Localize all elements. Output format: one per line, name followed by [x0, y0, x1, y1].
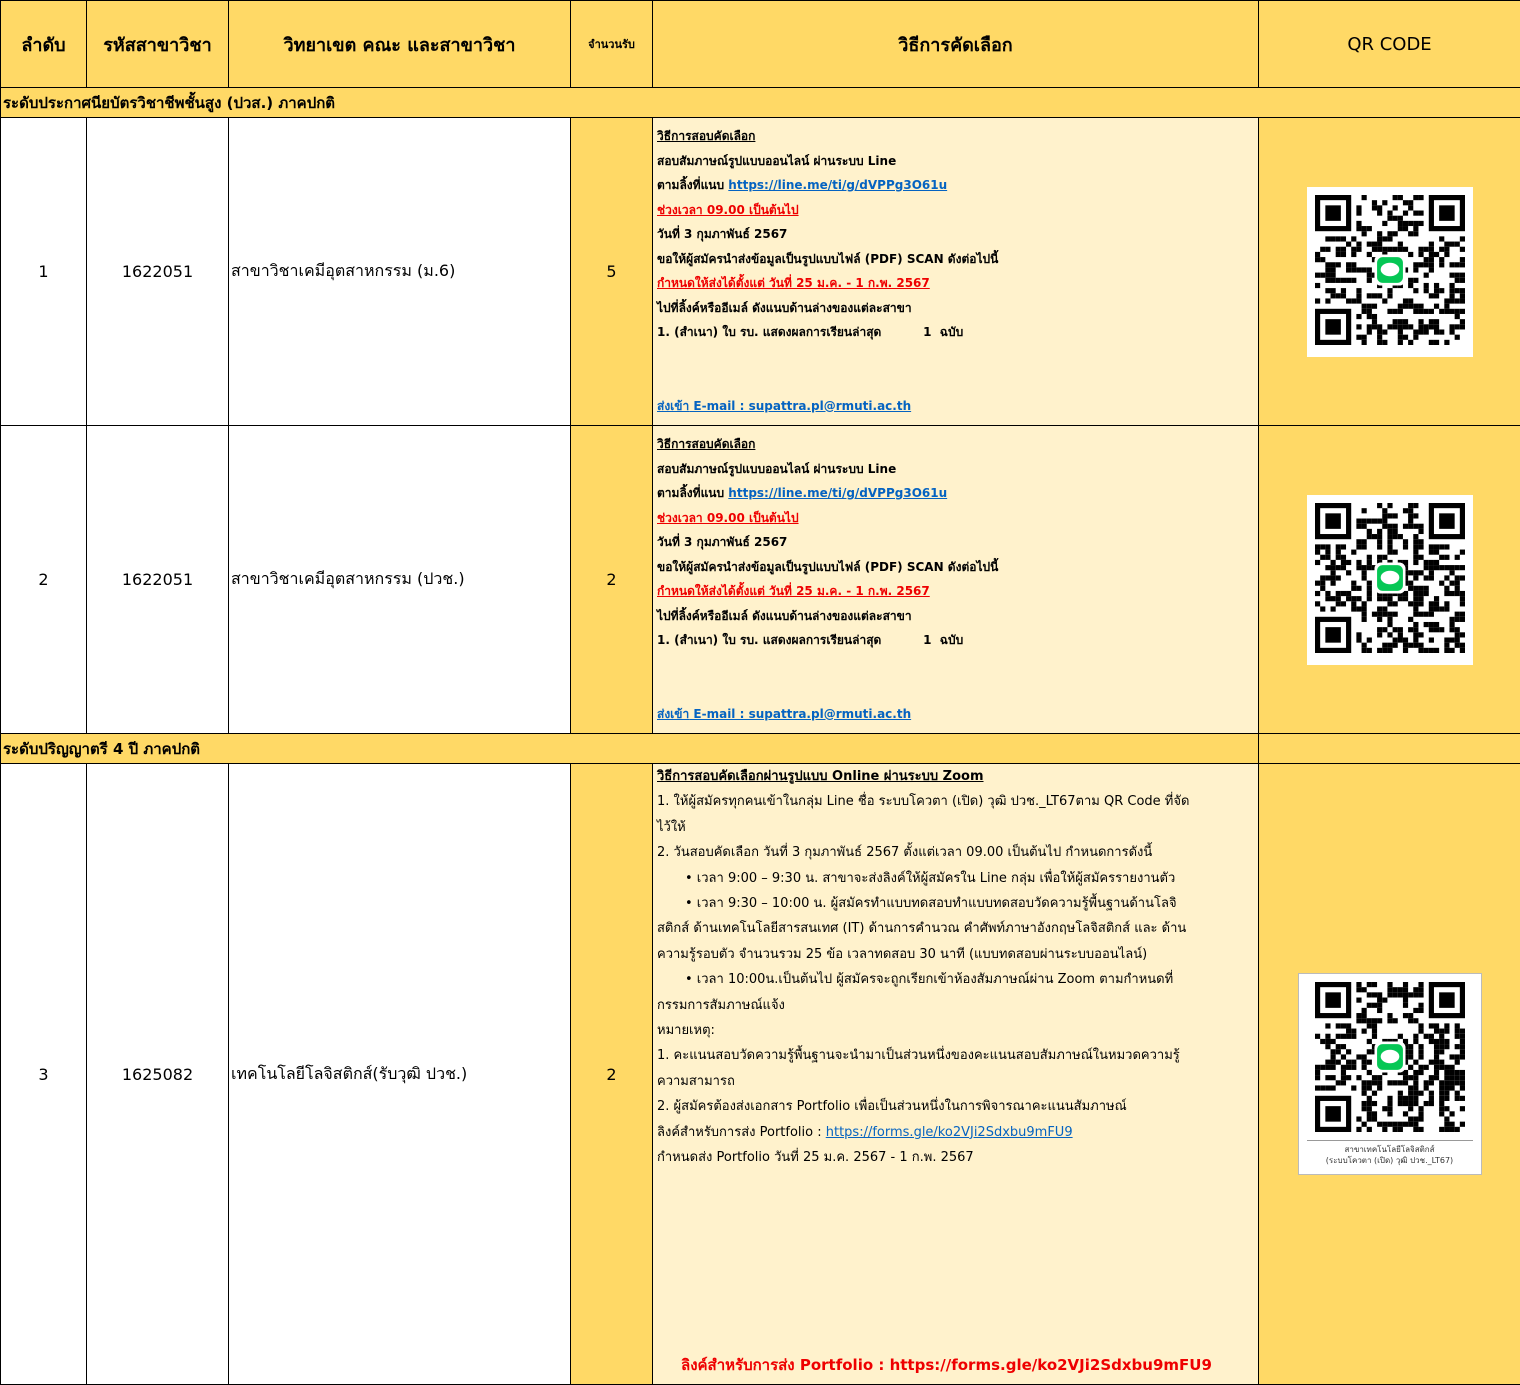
row-method: วิธีการสอบคัดเลือก สอบสัมภาษณ์รูปแบบออนไ… — [653, 426, 1259, 734]
method-line: ตามลิ้งที่แนบ https://line.me/ti/g/dVPPg… — [657, 481, 1254, 506]
link-prefix: ตามลิ้งที่แนบ — [657, 178, 728, 192]
col-seats: จำนวนรับ — [571, 1, 653, 88]
method-line: ตามลิ้งที่แนบ https://line.me/ti/g/dVPPg… — [657, 173, 1254, 198]
line-group-link[interactable]: https://line.me/ti/g/dVPPg3O61u — [728, 486, 947, 500]
header-row: ลำดับ รหัสสาขาวิชา วิทยาเขต คณะ และสาขาว… — [1, 1, 1520, 88]
portfolio-link[interactable]: https://forms.gle/ko2VJi2Sdxbu9mFU9 — [826, 1125, 1073, 1140]
method-line: ขอให้ผู้สมัครนำส่งข้อมูลเป็นรูปแบบไฟล์ (… — [657, 247, 1254, 272]
qr-caption: สาขาเทคโนโลยีโลจิสติกส์ (ระบบโควตา (เปิด… — [1307, 1140, 1473, 1166]
section-title: ระดับประกาศนียบัตรวิชาชีพชั้นสูง (ปวส.) … — [1, 88, 1520, 118]
method-doc: 1. (สำเนา) ใบ รบ. แสดงผลการเรียนล่าสุด 1… — [657, 628, 1254, 653]
row-name: สาขาวิชาเคมีอุตสาหกรรม (ม.6) — [229, 118, 571, 426]
row-method: วิธีการสอบคัดเลือก สอบสัมภาษณ์รูปแบบออนไ… — [653, 118, 1259, 426]
note-item: ความสามารถ — [657, 1069, 1254, 1094]
method-line: ไปที่ลิ้งค์หรืออีเมล์ ดังแนบด้านล่างของแ… — [657, 296, 1254, 321]
method-date: วันที่ 3 กุมภาพันธ์ 2567 — [657, 530, 1254, 555]
section-title: ระดับปริญญาตรี 4 ปี ภาคปกติ — [1, 734, 1259, 764]
method-date: วันที่ 3 กุมภาพันธ์ 2567 — [657, 222, 1254, 247]
method-line: ความรู้รอบตัว จำนวนรวม 25 ข้อ เวลาทดสอบ … — [657, 942, 1254, 967]
method-heading: วิธีการสอบคัดเลือก — [657, 124, 1254, 149]
schedule-item: • เวลา 9:30 – 10:00 น. ผู้สมัครทำแบบทดสอ… — [657, 891, 1254, 916]
method-line: กรรมการสัมภาษณ์แจ้ง — [657, 993, 1254, 1018]
method-deadline: กำหนดให้ส่งได้ตั้งแต่ วันที่ 25 ม.ค. - 1… — [657, 271, 1254, 296]
link-prefix: ตามลิ้งที่แนบ — [657, 486, 728, 500]
row-order: 3 — [1, 764, 87, 1385]
note-item: 1. คะแนนสอบวัดความรู้พื้นฐานจะนำมาเป็นส่… — [657, 1043, 1254, 1068]
portfolio-due: กำหนดส่ง Portfolio วันที่ 25 ม.ค. 2567 -… — [657, 1145, 1254, 1170]
method-heading: วิธีการสอบคัดเลือกผ่านรูปแบบ Online ผ่าน… — [657, 764, 1254, 789]
line-group-link[interactable]: https://line.me/ti/g/dVPPg3O61u — [728, 178, 947, 192]
row-seats: 2 — [571, 426, 653, 734]
method-deadline: กำหนดให้ส่งได้ตั้งแต่ วันที่ 25 ม.ค. - 1… — [657, 579, 1254, 604]
col-method: วิธีการคัดเลือก — [653, 1, 1259, 88]
row-code: 1622051 — [87, 426, 229, 734]
row-name: เทคโนโลยีโลจิสติกส์(รับวุฒิ ปวช.) — [229, 764, 571, 1385]
note-label: หมายเหตุ: — [657, 1018, 1254, 1043]
col-code: รหัสสาขาวิชา — [87, 1, 229, 88]
row-name: สาขาวิชาเคมีอุตสาหกรรม (ปวช.) — [229, 426, 571, 734]
method-time: ช่วงเวลา 09.00 เป็นต้นไป — [657, 506, 1254, 531]
qr-cell — [1259, 426, 1520, 734]
method-line: สอบสัมภาษณ์รูปแบบออนไลน์ ผ่านระบบ Line — [657, 457, 1254, 482]
qr-cell — [1259, 118, 1520, 426]
qr-code-icon: สาขาเทคโนโลยีโลจิสติกส์ (ระบบโควตา (เปิด… — [1298, 973, 1482, 1175]
qr-code-icon — [1307, 187, 1473, 357]
col-order: ลำดับ — [1, 1, 87, 88]
col-faculty: วิทยาเขต คณะ และสาขาวิชา — [229, 1, 571, 88]
method-doc: 1. (สำเนา) ใบ รบ. แสดงผลการเรียนล่าสุด 1… — [657, 320, 1254, 345]
qr-code-icon — [1307, 495, 1473, 665]
method-line: ไว้ให้ — [657, 815, 1254, 840]
method-line: 1. ให้ผู้สมัครทุกคนเข้าในกลุ่ม Line ชื่อ… — [657, 789, 1254, 814]
row-order: 2 — [1, 426, 87, 734]
col-qr: QR CODE — [1259, 1, 1520, 88]
row-code: 1625082 — [87, 764, 229, 1385]
selection-table: ลำดับ รหัสสาขาวิชา วิทยาเขต คณะ และสาขาว… — [0, 0, 1520, 1385]
row-order: 1 — [1, 118, 87, 426]
method-line: 2. วันสอบคัดเลือก วันที่ 3 กุมภาพันธ์ 25… — [657, 840, 1254, 865]
email-link[interactable]: ส่งเข้า E-mail : supattra.pl@rmuti.ac.th — [657, 394, 1254, 419]
section-diploma: ระดับประกาศนียบัตรวิชาชีพชั้นสูง (ปวส.) … — [1, 88, 1520, 118]
method-line: ไปที่ลิ้งค์หรืออีเมล์ ดังแนบด้านล่างของแ… — [657, 604, 1254, 629]
table-row: 2 1622051 สาขาวิชาเคมีอุตสาหกรรม (ปวช.) … — [1, 426, 1520, 734]
method-heading: วิธีการสอบคัดเลือก — [657, 432, 1254, 457]
row-code: 1622051 — [87, 118, 229, 426]
table-row: 3 1625082 เทคโนโลยีโลจิสติกส์(รับวุฒิ ปว… — [1, 764, 1520, 1385]
schedule-item: • เวลา 9:00 – 9:30 น. สาขาจะส่งลิงค์ให้ผ… — [657, 866, 1254, 891]
note-item: 2. ผู้สมัครต้องส่งเอกสาร Portfolio เพื่อ… — [657, 1094, 1254, 1119]
row-seats: 2 — [571, 764, 653, 1385]
method-line: ขอให้ผู้สมัครนำส่งข้อมูลเป็นรูปแบบไฟล์ (… — [657, 555, 1254, 580]
table-row: 1 1622051 สาขาวิชาเคมีอุตสาหกรรม (ม.6) 5… — [1, 118, 1520, 426]
schedule-item: • เวลา 10:00น.เป็นต้นไป ผู้สมัครจะถูกเรี… — [657, 967, 1254, 992]
row-seats: 5 — [571, 118, 653, 426]
portfolio-link-big[interactable]: ลิงค์สำหรับการส่ง Portfolio : https://fo… — [681, 1353, 1212, 1378]
section-bachelor: ระดับปริญญาตรี 4 ปี ภาคปกติ — [1, 734, 1520, 764]
portfolio-line: ลิงค์สำหรับการส่ง Portfolio : https://fo… — [657, 1120, 1254, 1145]
method-line: สติกส์ ด้านเทคโนโลยีสารสนเทศ (IT) ด้านกา… — [657, 916, 1254, 941]
method-time: ช่วงเวลา 09.00 เป็นต้นไป — [657, 198, 1254, 223]
method-line: สอบสัมภาษณ์รูปแบบออนไลน์ ผ่านระบบ Line — [657, 149, 1254, 174]
qr-cell: สาขาเทคโนโลยีโลจิสติกส์ (ระบบโควตา (เปิด… — [1259, 764, 1520, 1385]
row-method: วิธีการสอบคัดเลือกผ่านรูปแบบ Online ผ่าน… — [653, 764, 1259, 1385]
email-link[interactable]: ส่งเข้า E-mail : supattra.pl@rmuti.ac.th — [657, 702, 1254, 727]
